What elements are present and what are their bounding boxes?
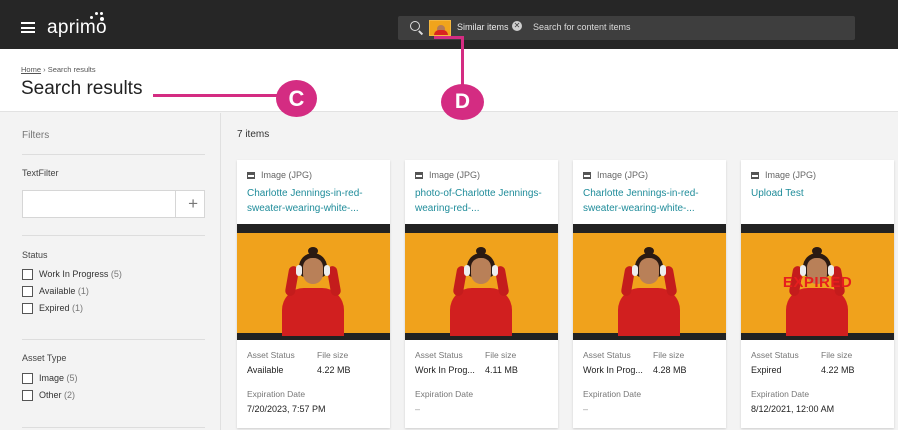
asset-thumbnail[interactable] (573, 224, 726, 340)
callout-c-line (153, 94, 278, 97)
breadcrumb-current: Search results (47, 65, 96, 74)
file-size-label: File size (485, 350, 517, 360)
asset-card[interactable]: Image (JPG) photo-of-Charlotte Jennings-w… (405, 160, 558, 428)
checkbox[interactable] (22, 390, 33, 402)
breadcrumb-home-link[interactable]: Home (21, 65, 41, 74)
page-title: Search results (21, 78, 143, 99)
input-divider (175, 191, 176, 217)
breadcrumb-separator: › (43, 65, 46, 74)
asset-type-option-image[interactable]: Image (5) (22, 373, 78, 385)
asset-type-filter-label: Asset Type (22, 353, 67, 363)
similar-items-chip-label: Similar items (457, 22, 509, 32)
expiration-date-value: 7/20/2023, 7:57 PM (247, 404, 326, 414)
image-icon (583, 172, 591, 180)
callout-d-line (461, 36, 464, 86)
asset-type-option-other[interactable]: Other (2) (22, 390, 75, 402)
logo-dots-icon (90, 12, 108, 21)
asset-status-label: Asset Status (583, 350, 631, 360)
divider (22, 235, 205, 236)
asset-thumbnail[interactable] (237, 224, 390, 340)
callout-d-badge: D (441, 84, 484, 120)
status-option-expired[interactable]: Expired (1) (22, 303, 83, 315)
menu-icon[interactable] (21, 22, 35, 33)
asset-status-value: Expired (751, 365, 782, 375)
asset-card[interactable]: Image (JPG) Upload Test EXPIRED Asset Statu… (741, 160, 894, 428)
asset-title-link[interactable]: Charlotte Jennings-in-red-sweater-wearin… (583, 186, 723, 216)
image-icon (751, 172, 759, 180)
search-input[interactable]: Search for content items (533, 22, 631, 32)
status-filter-label: Status (22, 250, 48, 260)
asset-thumbnail[interactable]: EXPIRED (741, 224, 894, 340)
asset-type: Image (JPG) (247, 170, 312, 180)
file-size-label: File size (317, 350, 349, 360)
checkbox[interactable] (22, 373, 33, 385)
checkbox[interactable] (22, 286, 33, 298)
asset-status-value: Work In Prog... (415, 365, 475, 375)
asset-title-link[interactable]: Upload Test (751, 186, 891, 201)
divider (22, 427, 205, 428)
asset-status-label: Asset Status (751, 350, 799, 360)
asset-status-label: Asset Status (247, 350, 295, 360)
expiration-date-label: Expiration Date (247, 389, 306, 399)
filters-title: Filters (22, 130, 50, 141)
asset-type: Image (JPG) (415, 170, 480, 180)
file-size-value: 4.22 MB (821, 365, 855, 375)
results-count: 7 items (237, 129, 270, 140)
file-size-label: File size (821, 350, 853, 360)
filters-sidebar: Filters TextFilter + Status Work In Prog… (0, 113, 221, 430)
asset-title-link[interactable]: Charlotte Jennings-in-red-sweater-wearin… (247, 186, 387, 216)
image-icon (415, 172, 423, 180)
status-option-available[interactable]: Available (1) (22, 286, 89, 298)
asset-type: Image (JPG) (751, 170, 816, 180)
image-icon (247, 172, 255, 180)
top-bar: aprimo Similar items ✕ Search for conten… (0, 0, 898, 49)
expiration-date-value: 8/12/2021, 12:00 AM (751, 404, 835, 414)
text-filter-input[interactable]: + (22, 190, 205, 218)
asset-card[interactable]: Image (JPG) Charlotte Jennings-in-red-swe… (237, 160, 390, 428)
asset-type: Image (JPG) (583, 170, 648, 180)
search-bar[interactable]: Similar items ✕ Search for content items (398, 16, 855, 40)
checkbox[interactable] (22, 303, 33, 315)
file-size-label: File size (653, 350, 685, 360)
app-logo[interactable]: aprimo (47, 17, 107, 39)
asset-card[interactable]: Image (JPG) Charlotte Jennings-in-red-swe… (573, 160, 726, 428)
breadcrumb: Home › Search results (21, 65, 96, 74)
expiration-date-label: Expiration Date (583, 389, 642, 399)
expiration-date-label: Expiration Date (415, 389, 474, 399)
text-filter-label: TextFilter (22, 168, 59, 178)
add-text-filter-button[interactable]: + (188, 194, 198, 214)
similar-items-thumbnail (429, 20, 451, 36)
asset-thumbnail[interactable] (405, 224, 558, 340)
checkbox[interactable] (22, 269, 33, 281)
callout-d-line-horizontal (434, 36, 464, 39)
expiration-date-value: – (583, 404, 589, 414)
expiration-date-label: Expiration Date (751, 389, 810, 399)
file-size-value: 4.11 MB (485, 365, 518, 375)
expiration-date-value: – (415, 404, 421, 414)
file-size-value: 4.28 MB (653, 365, 687, 375)
search-icon[interactable] (410, 21, 420, 31)
status-option-work-in-progress[interactable]: Work In Progress (5) (22, 269, 122, 281)
asset-status-label: Asset Status (415, 350, 463, 360)
asset-status-value: Available (247, 365, 284, 375)
callout-c-badge: C (276, 80, 317, 117)
expired-watermark: EXPIRED (782, 274, 853, 291)
remove-chip-icon[interactable]: ✕ (512, 21, 522, 31)
asset-title-link[interactable]: photo-of-Charlotte Jennings-wearing-red-… (415, 186, 555, 216)
divider (22, 154, 205, 155)
divider (22, 339, 205, 340)
file-size-value: 4.22 MB (317, 365, 351, 375)
asset-status-value: Work In Prog... (583, 365, 643, 375)
